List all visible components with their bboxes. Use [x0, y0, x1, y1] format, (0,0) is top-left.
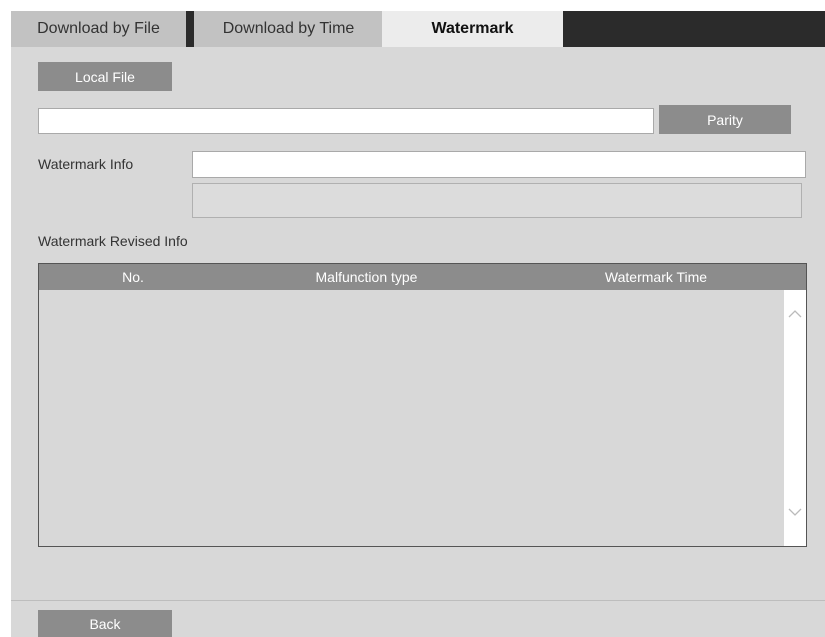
watermark-info-detail-field — [192, 183, 802, 218]
column-header-no: No. — [122, 269, 144, 285]
watermark-panel: Download by File Download by Time Waterm… — [11, 11, 825, 637]
file-path-field[interactable] — [38, 108, 654, 134]
tab-label: Download by File — [37, 20, 160, 37]
tab-watermark[interactable]: Watermark — [382, 11, 563, 47]
tab-label: Watermark — [431, 20, 514, 37]
tab-download-by-file[interactable]: Download by File — [11, 11, 186, 47]
back-button[interactable]: Back — [38, 610, 172, 637]
revised-info-table: No. Malfunction type Watermark Time — [38, 263, 807, 547]
tab-bar: Download by File Download by Time Waterm… — [11, 11, 825, 47]
table-scrollbar[interactable] — [784, 290, 806, 546]
chevron-down-icon[interactable] — [784, 501, 806, 523]
watermark-info-field[interactable] — [192, 151, 806, 178]
local-file-button[interactable]: Local File — [38, 62, 172, 91]
tab-download-by-time[interactable]: Download by Time — [194, 11, 383, 47]
column-header-watermark-time: Watermark Time — [604, 269, 708, 285]
table-body — [39, 290, 784, 546]
table-header: No. Malfunction type Watermark Time — [39, 264, 806, 290]
column-header-malfunction-type: Malfunction type — [315, 269, 418, 285]
chevron-up-icon[interactable] — [784, 303, 806, 325]
tab-label: Download by Time — [222, 20, 355, 37]
watermark-info-label: Watermark Info — [38, 156, 134, 172]
footer-divider — [11, 600, 825, 601]
watermark-revised-info-label: Watermark Revised Info — [38, 233, 188, 249]
parity-button[interactable]: Parity — [659, 105, 791, 134]
